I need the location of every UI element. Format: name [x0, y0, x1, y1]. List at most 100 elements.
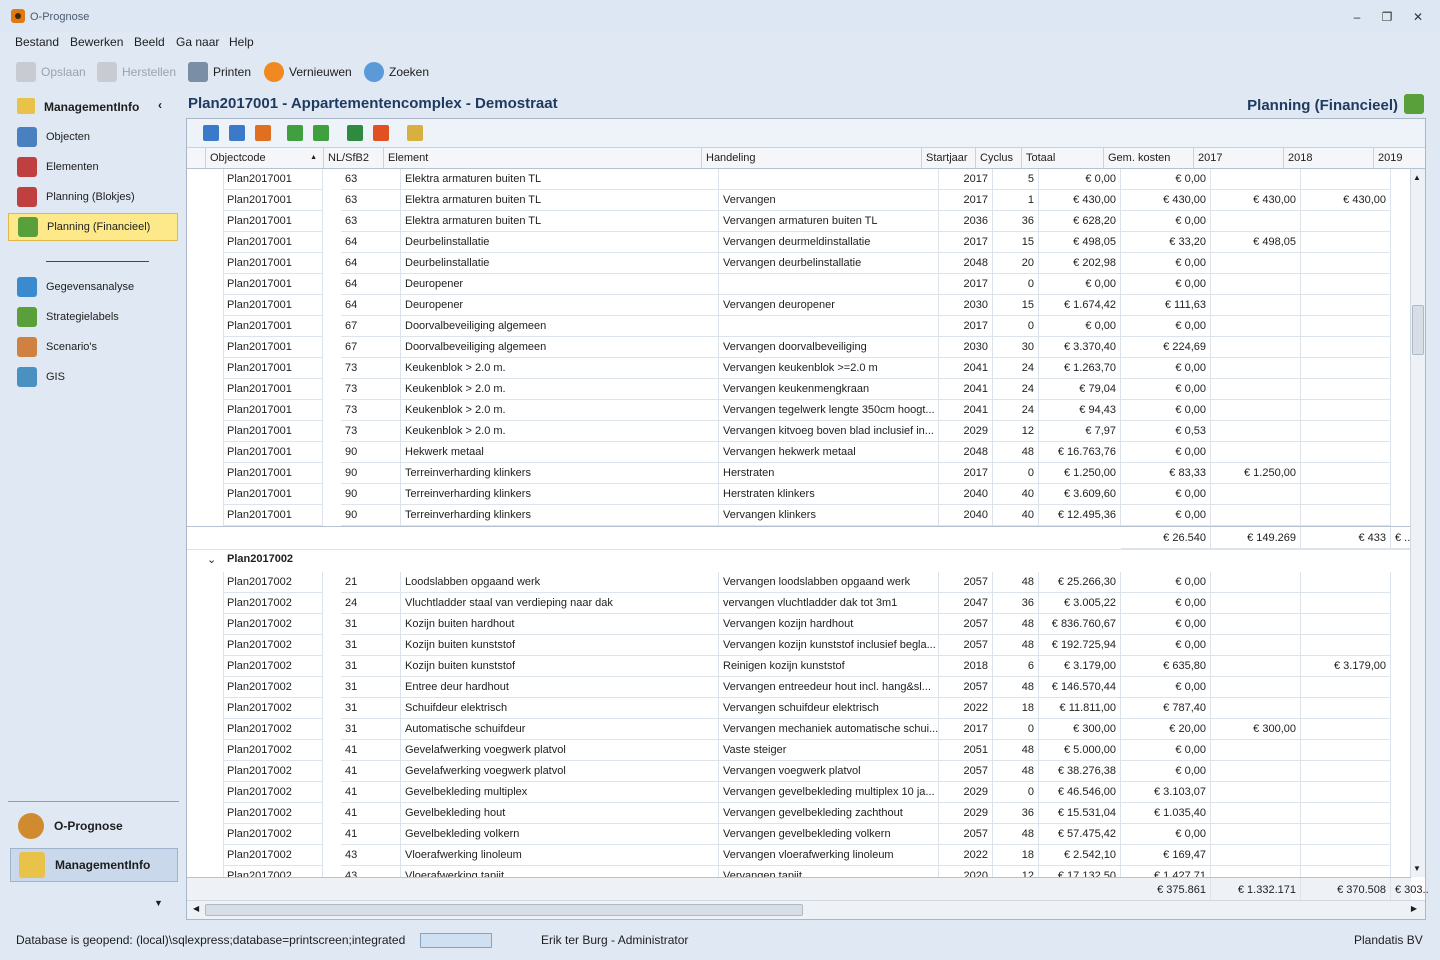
window-icon[interactable]	[287, 125, 303, 141]
table-cell: 12	[993, 866, 1039, 877]
table-row[interactable]: Plan2017001 64 Deuropener 2017 0 € 0,00 € 0,00	[187, 274, 1411, 295]
menu-bestand[interactable]: Bestand	[15, 35, 59, 49]
table-row[interactable]: Plan2017002 41 Gevelbekleding multiplex Ver…	[187, 782, 1411, 803]
restore-button[interactable]: Herstellen	[97, 61, 176, 83]
sidebar-item-gegevensanalyse[interactable]: Gegevensanalyse	[8, 273, 178, 301]
row-indent	[187, 677, 224, 698]
tree-icon[interactable]	[203, 125, 219, 141]
table-cell: € 0,00	[1121, 505, 1211, 526]
collapse-icon[interactable]: ‹	[158, 98, 162, 112]
scroll-thumb-horizontal[interactable]	[205, 904, 803, 916]
group-row-plan2017002[interactable]: ⌄ Plan2017002	[187, 550, 1411, 572]
table-row[interactable]: Plan2017002 31 Kozijn buiten kunststof Verv…	[187, 635, 1411, 656]
table-cell: Plan2017002	[223, 803, 323, 824]
close-button[interactable]: ✕	[1405, 8, 1431, 26]
column-header-3[interactable]: Handeling	[701, 148, 921, 168]
table-row[interactable]: Plan2017001 90 Terreinverharding klinkers V…	[187, 505, 1411, 526]
table-row[interactable]: Plan2017002 31 Automatische schuifdeur Verv…	[187, 719, 1411, 740]
table-row[interactable]: Plan2017002 41 Gevelbekleding hout Vervange…	[187, 803, 1411, 824]
column-header-5[interactable]: Cyclus	[975, 148, 1021, 168]
scroll-left-icon[interactable]: ◀	[193, 904, 199, 913]
table-row[interactable]: Plan2017002 21 Loodslabben opgaand werk Ver…	[187, 572, 1411, 593]
table-row[interactable]: Plan2017001 67 Doorvalbeveiliging algemeen…	[187, 337, 1411, 358]
table-row[interactable]: Plan2017001 63 Elektra armaturen buiten TL…	[187, 211, 1411, 232]
table-row[interactable]: Plan2017001 64 Deuropener Vervangen deurope…	[187, 295, 1411, 316]
gear-icon[interactable]	[229, 125, 245, 141]
minimize-button[interactable]: –	[1344, 8, 1370, 26]
table-cell: 43	[341, 866, 401, 877]
column-header-6[interactable]: Totaal	[1021, 148, 1103, 168]
sidebar-item-scenarios[interactable]: Scenario's	[8, 333, 178, 361]
print-button[interactable]: Printen	[188, 61, 251, 83]
sidebar-item-elementen[interactable]: Elementen	[8, 153, 178, 181]
column-header-4[interactable]: Startjaar	[921, 148, 975, 168]
table-cell: € 83,33	[1121, 463, 1211, 484]
table-row[interactable]: Plan2017001 67 Doorvalbeveiliging algemeen…	[187, 316, 1411, 337]
window-title: O-Prognose	[30, 11, 90, 23]
check-icon[interactable]	[313, 125, 329, 141]
excel-icon[interactable]	[347, 125, 363, 141]
chevron-down-icon[interactable]: ▼	[154, 898, 163, 908]
scroll-up-icon[interactable]: ▲	[1413, 173, 1421, 182]
table-row[interactable]: Plan2017001 73 Keukenblok > 2.0 m. Vervange…	[187, 379, 1411, 400]
print-icon[interactable]	[373, 125, 389, 141]
table-row[interactable]: Plan2017001 90 Terreinverharding klinkers H…	[187, 484, 1411, 505]
undo-icon	[97, 62, 117, 82]
menu-beeld[interactable]: Beeld	[134, 35, 165, 49]
table-row[interactable]: Plan2017001 73 Keukenblok > 2.0 m. Vervange…	[187, 421, 1411, 442]
search-button[interactable]: Zoeken	[364, 61, 429, 83]
table-row[interactable]: Plan2017001 73 Keukenblok > 2.0 m. Vervange…	[187, 400, 1411, 421]
table-row[interactable]: Plan2017002 31 Kozijn buiten hardhout Verva…	[187, 614, 1411, 635]
table-row[interactable]: Plan2017002 41 Gevelbekleding volkern Verva…	[187, 824, 1411, 845]
table-row[interactable]: Plan2017002 24 Vluchtladder staal van verd…	[187, 593, 1411, 614]
table-row[interactable]: Plan2017002 31 Entree deur hardhout Vervang…	[187, 677, 1411, 698]
horizontal-scrollbar[interactable]: ◀ ▶	[187, 900, 1425, 919]
table-cell: € 1.427,71	[1121, 866, 1211, 877]
menu-help[interactable]: Help	[229, 35, 254, 49]
table-row[interactable]: Plan2017001 64 Deurbelinstallatie Vervangen…	[187, 232, 1411, 253]
sidebar-item-planning-blokjes[interactable]: Planning (Blokjes)	[8, 183, 178, 211]
table-cell: Vervangen entreedeur hout incl. hang&sl.…	[719, 677, 939, 698]
table-row[interactable]: Plan2017002 31 Kozijn buiten kunststof Rein…	[187, 656, 1411, 677]
column-header-2[interactable]: Element	[383, 148, 701, 168]
table-cell: € 169,47	[1121, 845, 1211, 866]
table-row[interactable]: Plan2017002 41 Gevelafwerking voegwerk pla…	[187, 740, 1411, 761]
column-header-1[interactable]: NL/SfB2	[323, 148, 383, 168]
column-header-0[interactable]: Objectcode ▲	[205, 148, 323, 168]
scroll-right-icon[interactable]: ▶	[1411, 904, 1417, 913]
table-row[interactable]: Plan2017001 90 Hekwerk metaal Vervangen hek…	[187, 442, 1411, 463]
row-indent	[187, 358, 224, 379]
menu-bewerken[interactable]: Bewerken	[70, 35, 123, 49]
table-row[interactable]: Plan2017001 73 Keukenblok > 2.0 m. Vervange…	[187, 358, 1411, 379]
sidebar-item-gis[interactable]: GIS	[8, 363, 178, 391]
tools-icon[interactable]	[255, 125, 271, 141]
table-row[interactable]: Plan2017001 90 Terreinverharding klinkers H…	[187, 463, 1411, 484]
table-row[interactable]: Plan2017002 43 Vloerafwerking linoleum Verv…	[187, 845, 1411, 866]
chevron-down-icon[interactable]: ⌄	[207, 553, 216, 566]
column-header-9[interactable]: 2018	[1283, 148, 1373, 168]
maximize-button[interactable]: ❐	[1374, 8, 1400, 26]
table-cell	[1301, 677, 1391, 698]
nav-o-prognose[interactable]: O-Prognose	[10, 809, 178, 843]
sidebar-item-planning-financieel[interactable]: Planning (Financieel)	[8, 213, 178, 241]
save-button[interactable]: Opslaan	[16, 61, 86, 83]
sidebar-item-objecten[interactable]: Objecten	[8, 123, 178, 151]
refresh-button[interactable]: Vernieuwen	[264, 61, 352, 83]
column-header-8[interactable]: 2017	[1193, 148, 1283, 168]
scroll-thumb[interactable]	[1412, 305, 1424, 355]
export-icon[interactable]	[407, 125, 423, 141]
table-row[interactable]: Plan2017002 43 Vloerafwerking tapijt Vervan…	[187, 866, 1411, 877]
scroll-down-icon[interactable]: ▼	[1413, 864, 1421, 873]
menu-ga-naar[interactable]: Ga naar	[176, 35, 219, 49]
nav-managementinfo[interactable]: ManagementInfo	[10, 848, 178, 882]
table-cell	[1301, 866, 1391, 877]
sidebar-item-strategielabels[interactable]: Strategielabels	[8, 303, 178, 331]
table-row[interactable]: Plan2017001 63 Elektra armaturen buiten TL…	[187, 169, 1411, 190]
column-header-10[interactable]: 2019	[1373, 148, 1411, 168]
column-header-7[interactable]: Gem. kosten	[1103, 148, 1193, 168]
table-row[interactable]: Plan2017001 64 Deurbelinstallatie Vervangen…	[187, 253, 1411, 274]
table-row[interactable]: Plan2017002 31 Schuifdeur elektrisch Vervan…	[187, 698, 1411, 719]
table-row[interactable]: Plan2017002 41 Gevelafwerking voegwerk pla…	[187, 761, 1411, 782]
vertical-scrollbar[interactable]: ▲ ▼	[1410, 169, 1425, 877]
table-row[interactable]: Plan2017001 63 Elektra armaturen buiten TL…	[187, 190, 1411, 211]
